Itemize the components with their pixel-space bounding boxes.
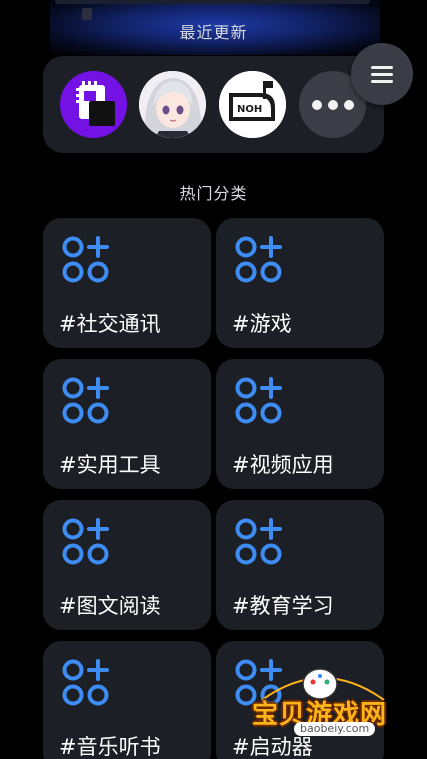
site-watermark: 宝贝游戏网 baobeiy.com xyxy=(248,662,398,759)
watermark-url: baobeiy.com xyxy=(294,722,376,736)
apps-add-icon xyxy=(235,236,282,283)
category-reading[interactable]: #图文阅读 xyxy=(43,500,211,630)
category-label: #实用工具 xyxy=(59,453,161,477)
hamburger-menu-icon xyxy=(371,66,393,83)
noh-label: NOH xyxy=(237,104,262,115)
apps-add-icon xyxy=(235,377,282,424)
apps-add-icon xyxy=(235,518,282,565)
category-social[interactable]: #社交通讯 xyxy=(43,218,211,348)
category-music[interactable]: #音乐听书 xyxy=(43,641,211,759)
category-education[interactable]: #教育学习 xyxy=(216,500,384,630)
apps-add-icon xyxy=(62,518,109,565)
recent-updates-title: 最近更新 xyxy=(179,23,248,42)
category-label: #音乐听书 xyxy=(59,735,161,759)
chip-app-icon[interactable] xyxy=(60,71,127,138)
recent-apps-card: NOH xyxy=(43,56,384,153)
menu-button[interactable] xyxy=(351,43,413,105)
hot-categories-title: 热门分类 xyxy=(179,184,248,203)
category-label: #教育学习 xyxy=(232,594,334,618)
category-label: #社交通讯 xyxy=(59,312,161,336)
anime-avatar-icon[interactable] xyxy=(139,71,206,138)
apps-add-icon xyxy=(62,377,109,424)
more-dots-icon xyxy=(311,99,354,110)
category-video[interactable]: #视频应用 xyxy=(216,359,384,489)
category-label: #视频应用 xyxy=(232,453,334,477)
apps-add-icon xyxy=(62,659,109,706)
noh-mailbox-icon[interactable]: NOH xyxy=(219,71,286,138)
category-label: #图文阅读 xyxy=(59,594,161,618)
category-label: #游戏 xyxy=(232,312,292,336)
category-tools[interactable]: #实用工具 xyxy=(43,359,211,489)
apps-add-icon xyxy=(62,236,109,283)
category-games[interactable]: #游戏 xyxy=(216,218,384,348)
top-bar-edge xyxy=(55,0,370,4)
